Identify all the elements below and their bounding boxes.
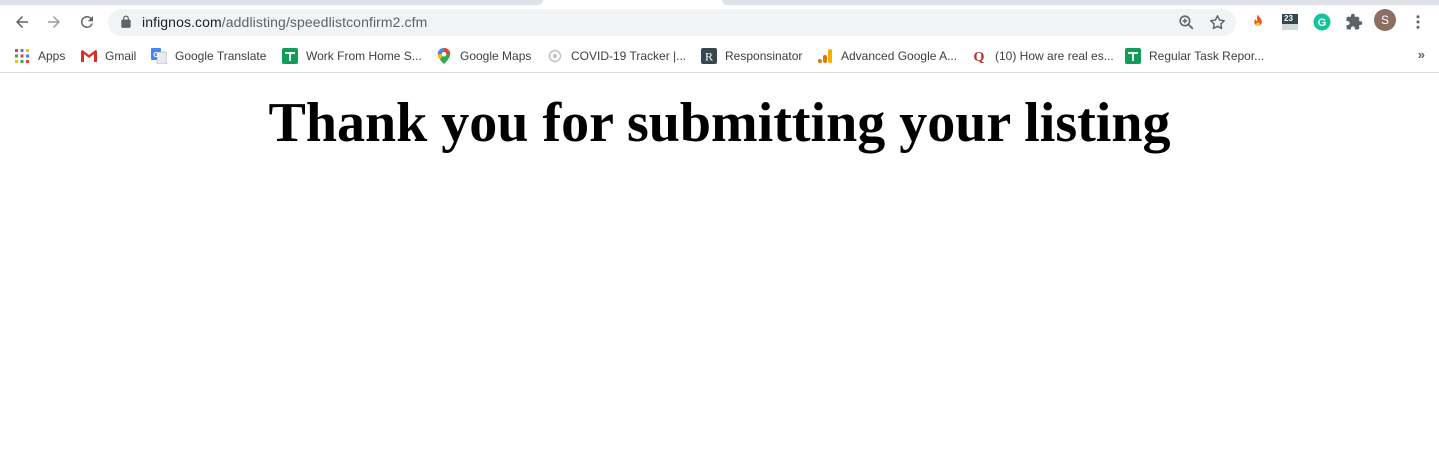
sheets-icon bbox=[282, 48, 298, 64]
bookmark-label: Advanced Google A... bbox=[841, 49, 958, 63]
lock-icon[interactable] bbox=[119, 15, 133, 29]
extensions-puzzle-icon[interactable] bbox=[1343, 11, 1365, 33]
globe-icon bbox=[547, 48, 563, 64]
bookmarks-overflow-chevron-icon[interactable]: » bbox=[1418, 47, 1425, 62]
bookmark-label: Google Translate bbox=[175, 49, 267, 63]
svg-text:G: G bbox=[153, 52, 159, 59]
bookmark-gmail[interactable]: Gmail bbox=[81, 46, 136, 66]
calendar-extension-icon[interactable]: 23 bbox=[1279, 11, 1301, 33]
page-content: Thank you for submitting your listing bbox=[0, 74, 1439, 461]
svg-text:G: G bbox=[1318, 17, 1327, 29]
bookmark-responsinator[interactable]: R Responsinator bbox=[701, 46, 802, 66]
bookmark-google-maps[interactable]: Google Maps bbox=[436, 46, 531, 66]
bookmark-quora[interactable]: Q (10) How are real es... bbox=[971, 46, 1114, 66]
page-heading: Thank you for submitting your listing bbox=[268, 92, 1171, 154]
apps-grid-icon bbox=[14, 48, 30, 64]
analytics-icon bbox=[817, 48, 833, 64]
bookmark-apps[interactable]: Apps bbox=[14, 46, 65, 66]
sheets-icon bbox=[1125, 48, 1141, 64]
maps-pin-icon bbox=[436, 48, 452, 64]
calendar-badge: 23 bbox=[1284, 14, 1293, 23]
svg-text:R: R bbox=[705, 50, 713, 64]
arrow-right-icon bbox=[48, 16, 60, 28]
bookmark-star-icon[interactable] bbox=[1208, 13, 1227, 32]
url-text[interactable]: infignos.com/addlisting/speedlistconfirm… bbox=[142, 14, 427, 30]
url-host: infignos.com bbox=[142, 14, 222, 30]
bookmark-advanced-google-analytics[interactable]: Advanced Google A... bbox=[817, 46, 957, 66]
bookmark-label: COVID-19 Tracker |... bbox=[571, 49, 687, 63]
forward-button[interactable] bbox=[40, 8, 68, 36]
address-bar[interactable]: infignos.com/addlisting/speedlistconfirm… bbox=[108, 9, 1236, 36]
bookmark-label: (10) How are real es... bbox=[995, 49, 1114, 63]
browser-toolbar: infignos.com/addlisting/speedlistconfirm… bbox=[0, 6, 1439, 40]
responsinator-icon: R bbox=[701, 48, 717, 64]
fire-extension-icon[interactable] bbox=[1247, 11, 1269, 33]
bookmark-label: Responsinator bbox=[725, 49, 803, 63]
bookmark-regular-task-report[interactable]: Regular Task Repor... bbox=[1125, 46, 1264, 66]
inactive-tab-right[interactable] bbox=[722, 0, 1439, 5]
bookmark-label: Work From Home S... bbox=[306, 49, 422, 63]
translate-icon: G bbox=[151, 48, 167, 64]
svg-text:Q: Q bbox=[974, 50, 985, 64]
bookmark-covid-tracker[interactable]: COVID-19 Tracker |... bbox=[547, 46, 686, 66]
bookmark-google-translate[interactable]: G Google Translate bbox=[151, 46, 266, 66]
quora-icon: Q bbox=[971, 48, 987, 64]
bookmark-label: Regular Task Repor... bbox=[1149, 49, 1265, 63]
arrow-left-icon bbox=[16, 16, 28, 28]
reload-icon bbox=[81, 15, 93, 28]
bookmark-label: Apps bbox=[38, 49, 66, 63]
profile-avatar[interactable]: S bbox=[1374, 9, 1396, 31]
back-button[interactable] bbox=[8, 8, 36, 36]
bookmarks-bar: Apps Gmail G Google Translate Work From … bbox=[0, 40, 1439, 73]
kebab-menu-icon[interactable] bbox=[1407, 11, 1429, 33]
grammarly-icon[interactable]: G bbox=[1311, 11, 1333, 33]
bookmark-label: Google Maps bbox=[460, 49, 532, 63]
bookmark-label: Gmail bbox=[105, 49, 137, 63]
reload-button[interactable] bbox=[73, 8, 101, 36]
zoom-icon[interactable] bbox=[1177, 13, 1196, 32]
bookmark-work-from-home[interactable]: Work From Home S... bbox=[282, 46, 422, 66]
url-path: /addlisting/speedlistconfirm2.cfm bbox=[221, 14, 428, 30]
inactive-tab-left[interactable] bbox=[0, 0, 543, 5]
gmail-icon bbox=[81, 48, 97, 64]
